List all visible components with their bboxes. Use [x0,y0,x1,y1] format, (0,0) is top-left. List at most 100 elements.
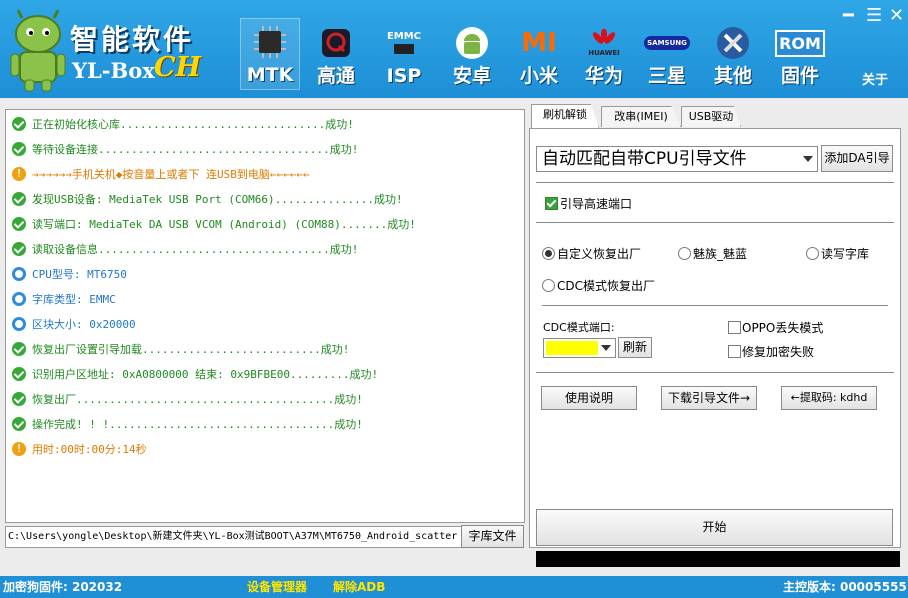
check-circle-icon [12,217,26,231]
remove-adb-link[interactable]: 解除ADB [333,576,385,598]
log-line: CPU型号: MT6750 [12,265,127,285]
tab-flash-unlock[interactable]: 刷机解锁 [531,104,599,128]
samsung-icon: SAMSUNG [644,23,690,63]
log-text: 恢复出厂设置引导加载...........................成功! [32,343,350,356]
nav-other[interactable]: 其他 [704,20,762,90]
check-circle-icon [12,117,26,131]
check-circle-icon [12,392,26,406]
log-line: 区块大小: 0x20000 [12,315,136,335]
info-circle-icon [12,292,26,306]
nav-label: 华为 [584,65,623,87]
log-text: →→→→→→手机关机◆按音量上或者下 连USB到电脑←←←←←← [32,168,310,181]
nav-label: ISP [386,65,422,87]
mi-icon: MI [519,23,559,63]
path-field[interactable]: C:\Users\yongle\Desktop\新建文件夹\YL-Box测试BO… [5,526,463,548]
divider [542,305,888,306]
log-line: 识别用户区地址: 0xA0800000 结束: 0x9BFBE00.......… [12,365,378,385]
warning-icon [12,439,26,459]
loader-select-value: 自动匹配自带CPU引导文件 [542,149,747,169]
start-button[interactable]: 开始 [536,509,893,546]
menu-button[interactable]: ☰ [866,5,882,26]
mi-badge: MI [521,28,557,58]
minimize-button[interactable]: ━ [843,5,854,26]
title-bar: 智能软件 YL-Box CH MTK 高通 EMMC ISP 安卓 MI 小米 … [0,0,908,98]
log-text: 识别用户区地址: 0xA0800000 结束: 0x9BFBE00.......… [32,368,379,381]
nav-samsung[interactable]: SAMSUNG 三星 [638,20,696,90]
check-circle-icon [12,367,26,381]
download-loader-button[interactable]: 下载引导文件→ [661,386,757,410]
radio-meizu-label: 魅族_魅蓝 [693,247,748,261]
chevron-down-icon [803,156,813,162]
check-circle-icon [12,342,26,356]
fix-encrypt-label: 修复加密失败 [742,345,815,359]
android-icon [452,23,492,63]
usage-button[interactable]: 使用说明 [541,386,637,410]
tab-usb-driver[interactable]: USB驱动 [681,106,741,127]
font-file-button[interactable]: 字库文件 [461,525,524,548]
oppo-lost-mode-checkbox[interactable] [728,321,741,334]
check-circle-icon [12,417,26,431]
samsung-badge: SAMSUNG [644,36,690,50]
oppo-lost-mode-label: OPPO丢失模式 [742,321,824,335]
log-panel[interactable]: 正在初始化核心库...............................成… [5,109,525,523]
log-line: →→→→→→手机关机◆按音量上或者下 连USB到电脑←←←←←← [12,164,310,185]
log-line: 读取设备信息..................................… [12,240,358,260]
cdc-port-value [546,341,598,355]
fix-encrypt-checkbox[interactable] [728,345,741,358]
main-area: 正在初始化核心库...............................成… [0,98,908,576]
log-text: CPU型号: MT6750 [32,268,127,281]
close-button[interactable]: ✕ [889,5,904,26]
log-line: 操作完成! ! !...............................… [12,415,363,435]
divider [536,372,894,373]
log-line: 发现USB设备: MediaTek USB Port (COM66)......… [12,190,403,210]
check-circle-icon [12,142,26,156]
tools-icon [713,23,753,63]
huawei-icon: HUAWEI [584,23,624,63]
log-line: 字库类型: EMMC [12,290,116,310]
radio-read-write-font[interactable] [806,247,819,260]
cdc-port-select[interactable] [543,338,616,358]
check-circle-icon [12,192,26,206]
log-text: 用时:00时:00分:14秒 [32,443,147,456]
qualcomm-icon [316,23,356,63]
nav-isp[interactable]: EMMC ISP [375,20,433,90]
cdc-port-label: CDC模式端口: [543,321,615,334]
nav-label: 小米 [519,65,558,87]
extract-code-button[interactable]: ←提取码: kdhd [781,386,877,410]
rom-icon: ROM [775,23,825,63]
log-text: 操作完成! ! !...............................… [32,418,363,431]
progress-bar [536,551,900,567]
nav-qualcomm[interactable]: 高通 [307,20,365,90]
radio-cdc-reset[interactable] [542,279,555,292]
nav-label: 固件 [780,65,819,87]
nav-android[interactable]: 安卓 [443,20,501,90]
log-text: 发现USB设备: MediaTek USB Port (COM66)......… [32,193,403,206]
loader-select[interactable]: 自动匹配自带CPU引导文件 [536,146,818,172]
nav-huawei[interactable]: HUAWEI 华为 [575,20,633,90]
radio-custom-reset[interactable] [542,247,555,260]
log-text: 正在初始化核心库...............................成… [32,118,354,131]
tab-imei[interactable]: 改串(IMEI) [601,106,681,127]
nav-label: 三星 [647,65,686,87]
nav-mtk[interactable]: MTK [240,18,300,90]
high-speed-port-checkbox[interactable] [545,197,558,210]
main-version: 主控版本: 00005555 [783,580,907,594]
log-line: 用时:00时:00分:14秒 [12,439,147,460]
about-button[interactable]: 关于 [862,69,888,88]
app-logo-subtitle: YL-Box [72,58,155,83]
log-line: 读写端口: MediaTek DA USB VCOM (Android) (CO… [12,215,416,235]
log-text: 等待设备连接..................................… [32,143,359,156]
log-text: 读写端口: MediaTek DA USB VCOM (Android) (CO… [32,218,416,231]
refresh-button[interactable]: 刷新 [618,337,652,358]
huawei-badge: HUAWEI [588,49,620,57]
nav-firmware[interactable]: ROM 固件 [771,20,829,90]
log-line: 正在初始化核心库...............................成… [12,115,354,135]
nav-xiaomi[interactable]: MI 小米 [510,20,568,90]
radio-custom-reset-label: 自定义恢复出厂 [557,247,642,261]
radio-meizu[interactable] [678,247,691,260]
chevron-down-icon [601,345,611,351]
log-text: 字库类型: EMMC [32,293,116,306]
emmc-badge: EMMC [386,30,422,42]
add-da-button[interactable]: 添加DA引导 [821,145,893,172]
device-manager-link[interactable]: 设备管理器 [247,576,307,598]
